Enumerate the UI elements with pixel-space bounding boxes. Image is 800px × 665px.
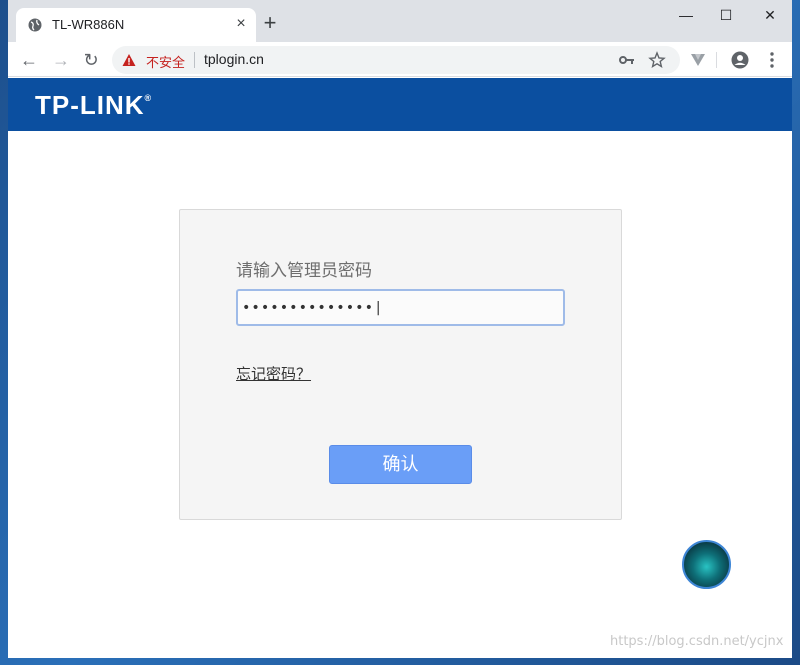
close-window-icon[interactable]: ✕ [756,4,784,26]
site-header: TP-LINK® [8,78,792,131]
toolbar-divider [716,52,717,68]
floating-avatar[interactable] [682,540,731,589]
registered-mark: ® [144,93,153,103]
not-secure-label[interactable]: 不安全 [146,52,185,71]
login-card: 请输入管理员密码 忘记密码？ 确认 [179,209,622,520]
back-icon[interactable]: ← [18,49,40,71]
tp-link-logo: TP-LINK® [35,90,152,121]
address-divider [194,52,195,68]
browser-tab[interactable]: TL-WR886N × [16,8,256,42]
confirm-button[interactable]: 确认 [329,445,472,484]
minimize-icon[interactable]: — [672,4,700,26]
page-content: TP-LINK® 请输入管理员密码 忘记密码？ 确认 https://blog.… [8,78,792,658]
warning-icon[interactable] [122,53,136,67]
extension-v-icon[interactable] [688,50,708,70]
browser-window: TL-WR886N × + — ☐ ✕ ← → ↻ 不安全 tplogin.cn [8,0,792,658]
password-input[interactable] [236,289,565,326]
logo-text: TP-LINK [35,90,145,120]
tab-close-icon[interactable]: × [232,15,250,33]
menu-dots-icon[interactable] [762,50,782,70]
forgot-password-link[interactable]: 忘记密码？ [236,363,311,384]
watermark-text: https://blog.csdn.net/ycjnx [610,634,784,649]
star-icon[interactable] [648,51,666,69]
url-text[interactable]: tplogin.cn [204,51,264,67]
new-tab-icon[interactable]: + [260,12,280,34]
tab-title: TL-WR886N [52,17,125,32]
address-bar[interactable]: 不安全 tplogin.cn [112,46,680,74]
forward-icon[interactable]: → [50,49,72,71]
maximize-icon[interactable]: ☐ [712,4,740,26]
tab-strip: TL-WR886N × + — ☐ ✕ [8,0,792,42]
reload-icon[interactable]: ↻ [80,49,102,71]
password-prompt: 请输入管理员密码 [236,261,372,281]
browser-toolbar: ← → ↻ 不安全 tplogin.cn [8,42,792,77]
key-icon[interactable] [618,51,636,69]
profile-icon[interactable] [730,50,750,70]
globe-icon [28,18,42,32]
